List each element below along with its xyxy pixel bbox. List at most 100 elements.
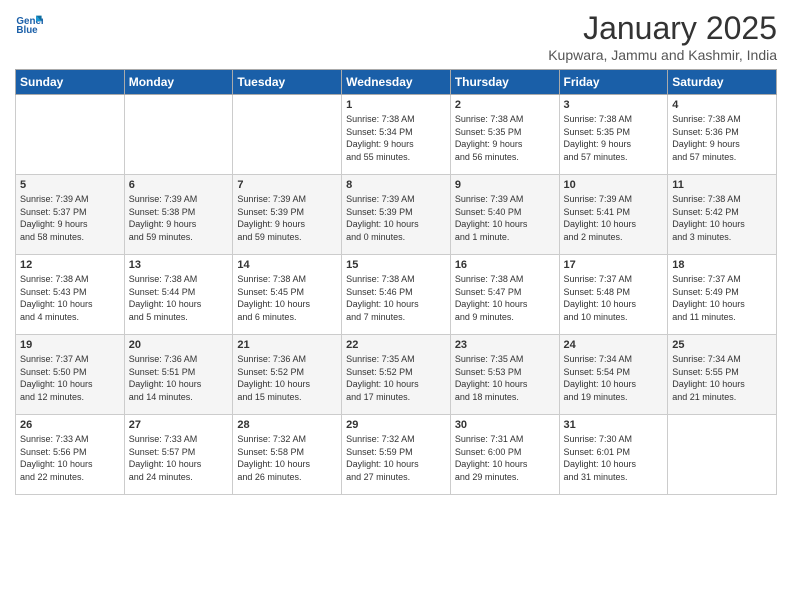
day-number: 1 (346, 99, 446, 111)
day-info: Sunrise: 7:32 AM Sunset: 5:59 PM Dayligh… (346, 433, 446, 483)
table-row: 22Sunrise: 7:35 AM Sunset: 5:52 PM Dayli… (342, 335, 451, 415)
day-number: 15 (346, 259, 446, 271)
day-info: Sunrise: 7:36 AM Sunset: 5:51 PM Dayligh… (129, 353, 229, 403)
calendar-week-1: 1 Sunrise: 7:38 AM Sunset: 5:34 PM Daylig… (16, 95, 777, 175)
day-info: Sunrise: 7:38 AM Sunset: 5:34 PM Dayligh… (346, 113, 446, 163)
day-info: Sunrise: 7:38 AM Sunset: 5:36 PM Dayligh… (672, 113, 772, 163)
day-number: 17 (564, 259, 664, 271)
day-number: 20 (129, 339, 229, 351)
day-number: 26 (20, 419, 120, 431)
location: Kupwara, Jammu and Kashmir, India (548, 47, 777, 63)
table-row: 18 Sunrise: 7:37 AM Sunset: 5:49 PM Dayli… (668, 255, 777, 335)
col-wednesday: Wednesday (342, 70, 451, 95)
table-row (124, 95, 233, 175)
table-row: 6Sunrise: 7:39 AM Sunset: 5:38 PM Daylig… (124, 175, 233, 255)
col-saturday: Saturday (668, 70, 777, 95)
table-row: 2Sunrise: 7:38 AM Sunset: 5:35 PM Daylig… (450, 95, 559, 175)
day-number: 27 (129, 419, 229, 431)
svg-text:Blue: Blue (16, 25, 38, 36)
col-thursday: Thursday (450, 70, 559, 95)
day-info: Sunrise: 7:35 AM Sunset: 5:53 PM Dayligh… (455, 353, 555, 403)
calendar-week-5: 26 Sunrise: 7:33 AM Sunset: 5:56 PM Dayli… (16, 415, 777, 495)
day-number: 10 (564, 179, 664, 191)
table-row: 16 Sunrise: 7:38 AM Sunset: 5:47 PM Dayli… (450, 255, 559, 335)
calendar-header-row: Sunday Monday Tuesday Wednesday Thursday… (16, 70, 777, 95)
day-info: Sunrise: 7:38 AM Sunset: 5:35 PM Dayligh… (455, 113, 555, 163)
table-row: 29 Sunrise: 7:32 AM Sunset: 5:59 PM Dayli… (342, 415, 451, 495)
day-info: Sunrise: 7:39 AM Sunset: 5:37 PM Dayligh… (20, 193, 120, 243)
table-row: 11 Sunrise: 7:38 AM Sunset: 5:42 PM Dayli… (668, 175, 777, 255)
table-row: 20 Sunrise: 7:36 AM Sunset: 5:51 PM Dayli… (124, 335, 233, 415)
day-number: 7 (237, 179, 337, 191)
table-row: 26 Sunrise: 7:33 AM Sunset: 5:56 PM Dayli… (16, 415, 125, 495)
day-info: Sunrise: 7:38 AM Sunset: 5:45 PM Dayligh… (237, 273, 337, 323)
col-monday: Monday (124, 70, 233, 95)
day-info: Sunrise: 7:30 AM Sunset: 6:01 PM Dayligh… (564, 433, 664, 483)
table-row: 21Sunrise: 7:36 AM Sunset: 5:52 PM Dayli… (233, 335, 342, 415)
day-number: 29 (346, 419, 446, 431)
day-info: Sunrise: 7:39 AM Sunset: 5:40 PM Dayligh… (455, 193, 555, 243)
table-row: 9 Sunrise: 7:39 AM Sunset: 5:40 PM Daylig… (450, 175, 559, 255)
logo: General Blue (15, 10, 43, 38)
day-info: Sunrise: 7:38 AM Sunset: 5:42 PM Dayligh… (672, 193, 772, 243)
day-number: 18 (672, 259, 772, 271)
day-number: 31 (564, 419, 664, 431)
calendar-week-4: 19Sunrise: 7:37 AM Sunset: 5:50 PM Dayli… (16, 335, 777, 415)
day-info: Sunrise: 7:36 AM Sunset: 5:52 PM Dayligh… (237, 353, 337, 403)
day-info: Sunrise: 7:33 AM Sunset: 5:57 PM Dayligh… (129, 433, 229, 483)
day-info: Sunrise: 7:34 AM Sunset: 5:55 PM Dayligh… (672, 353, 772, 403)
day-info: Sunrise: 7:37 AM Sunset: 5:48 PM Dayligh… (564, 273, 664, 323)
col-tuesday: Tuesday (233, 70, 342, 95)
table-row: 30 Sunrise: 7:31 AM Sunset: 6:00 PM Dayli… (450, 415, 559, 495)
table-row: 13 Sunrise: 7:38 AM Sunset: 5:44 PM Dayli… (124, 255, 233, 335)
table-row: 1 Sunrise: 7:38 AM Sunset: 5:34 PM Daylig… (342, 95, 451, 175)
day-info: Sunrise: 7:38 AM Sunset: 5:44 PM Dayligh… (129, 273, 229, 323)
day-info: Sunrise: 7:38 AM Sunset: 5:43 PM Dayligh… (20, 273, 120, 323)
day-number: 4 (672, 99, 772, 111)
day-number: 3 (564, 99, 664, 111)
day-number: 30 (455, 419, 555, 431)
day-number: 13 (129, 259, 229, 271)
table-row: 31 Sunrise: 7:30 AM Sunset: 6:01 PM Dayli… (559, 415, 668, 495)
calendar-table: Sunday Monday Tuesday Wednesday Thursday… (15, 69, 777, 495)
day-info: Sunrise: 7:39 AM Sunset: 5:39 PM Dayligh… (346, 193, 446, 243)
day-number: 11 (672, 179, 772, 191)
table-row: 7 Sunrise: 7:39 AM Sunset: 5:39 PM Daylig… (233, 175, 342, 255)
day-info: Sunrise: 7:39 AM Sunset: 5:38 PM Dayligh… (129, 193, 229, 243)
table-row: 14 Sunrise: 7:38 AM Sunset: 5:45 PM Dayli… (233, 255, 342, 335)
calendar-week-3: 12Sunrise: 7:38 AM Sunset: 5:43 PM Dayli… (16, 255, 777, 335)
day-number: 9 (455, 179, 555, 191)
day-info: Sunrise: 7:39 AM Sunset: 5:39 PM Dayligh… (237, 193, 337, 243)
table-row (233, 95, 342, 175)
day-info: Sunrise: 7:38 AM Sunset: 5:46 PM Dayligh… (346, 273, 446, 323)
day-info: Sunrise: 7:34 AM Sunset: 5:54 PM Dayligh… (564, 353, 664, 403)
table-row: 27 Sunrise: 7:33 AM Sunset: 5:57 PM Dayli… (124, 415, 233, 495)
day-number: 8 (346, 179, 446, 191)
day-info: Sunrise: 7:38 AM Sunset: 5:47 PM Dayligh… (455, 273, 555, 323)
day-info: Sunrise: 7:32 AM Sunset: 5:58 PM Dayligh… (237, 433, 337, 483)
col-friday: Friday (559, 70, 668, 95)
table-row (16, 95, 125, 175)
day-info: Sunrise: 7:33 AM Sunset: 5:56 PM Dayligh… (20, 433, 120, 483)
day-number: 24 (564, 339, 664, 351)
page-header: General Blue January 2025 Kupwara, Jammu… (15, 10, 777, 63)
day-number: 22 (346, 339, 446, 351)
table-row: 28 Sunrise: 7:32 AM Sunset: 5:58 PM Dayli… (233, 415, 342, 495)
table-row: 25Sunrise: 7:34 AM Sunset: 5:55 PM Dayli… (668, 335, 777, 415)
day-info: Sunrise: 7:38 AM Sunset: 5:35 PM Dayligh… (564, 113, 664, 163)
day-number: 5 (20, 179, 120, 191)
table-row: 19Sunrise: 7:37 AM Sunset: 5:50 PM Dayli… (16, 335, 125, 415)
day-info: Sunrise: 7:37 AM Sunset: 5:49 PM Dayligh… (672, 273, 772, 323)
day-number: 14 (237, 259, 337, 271)
table-row: 10Sunrise: 7:39 AM Sunset: 5:41 PM Dayli… (559, 175, 668, 255)
day-info: Sunrise: 7:31 AM Sunset: 6:00 PM Dayligh… (455, 433, 555, 483)
title-block: January 2025 Kupwara, Jammu and Kashmir,… (548, 10, 777, 63)
calendar-week-2: 5 Sunrise: 7:39 AM Sunset: 5:37 PM Daylig… (16, 175, 777, 255)
day-number: 23 (455, 339, 555, 351)
col-sunday: Sunday (16, 70, 125, 95)
day-number: 16 (455, 259, 555, 271)
table-row: 5 Sunrise: 7:39 AM Sunset: 5:37 PM Daylig… (16, 175, 125, 255)
table-row: 23 Sunrise: 7:35 AM Sunset: 5:53 PM Dayli… (450, 335, 559, 415)
month-title: January 2025 (548, 10, 777, 47)
day-number: 28 (237, 419, 337, 431)
